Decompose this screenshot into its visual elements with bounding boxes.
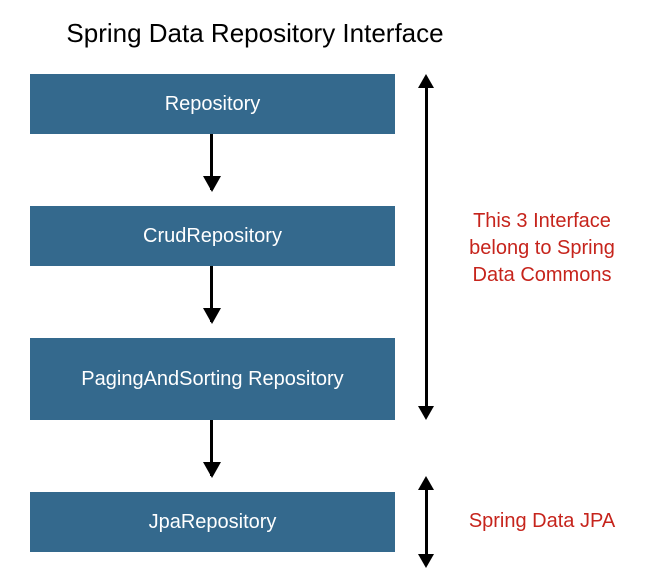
bracket-jpa: [425, 490, 428, 554]
box-crud-repository: CrudRepository: [30, 206, 395, 266]
diagram-title: Spring Data Repository Interface: [0, 18, 510, 49]
box-repository: Repository: [30, 74, 395, 134]
arrow-down-2: [210, 266, 213, 322]
box-jpa-repository: JpaRepository: [30, 492, 395, 552]
arrow-down-3: [210, 420, 213, 476]
arrow-down-1: [210, 134, 213, 190]
box-paging-sorting-repository: PagingAndSorting Repository: [30, 338, 395, 420]
bracket-commons: [425, 88, 428, 406]
annotation-jpa: Spring Data JPA: [452, 508, 632, 535]
annotation-commons: This 3 Interface belong to Spring Data C…: [452, 208, 632, 289]
